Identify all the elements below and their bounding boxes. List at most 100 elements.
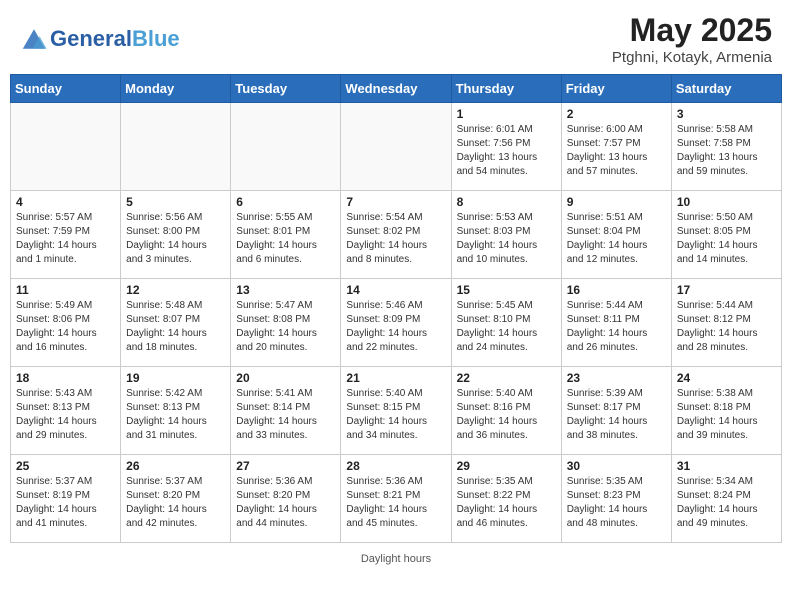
calendar-week-row: 1Sunrise: 6:01 AMSunset: 7:56 PMDaylight… xyxy=(11,103,782,191)
table-row: 15Sunrise: 5:45 AMSunset: 8:10 PMDayligh… xyxy=(451,279,561,367)
cell-date: 11 xyxy=(16,283,115,297)
cell-date: 19 xyxy=(126,371,225,385)
table-row: 2Sunrise: 6:00 AMSunset: 7:57 PMDaylight… xyxy=(561,103,671,191)
cell-date: 12 xyxy=(126,283,225,297)
logo: General Blue xyxy=(20,25,180,53)
cell-date: 27 xyxy=(236,459,335,473)
table-row: 4Sunrise: 5:57 AMSunset: 7:59 PMDaylight… xyxy=(11,191,121,279)
cell-info: Sunrise: 5:53 AMSunset: 8:03 PMDaylight:… xyxy=(457,211,556,267)
table-row: 19 Sunrise: 5:42 AMSunset: 8:13 PMDayligh… xyxy=(121,367,231,455)
cell-info: Sunrise: 5:58 AMSunset: 7:58 PMDaylight:… xyxy=(677,123,776,179)
cell-date: 16 xyxy=(567,283,666,297)
table-row: 29 Sunrise: 5:35 AMSunset: 8:22 PMDayligh… xyxy=(451,455,561,543)
cell-info: Sunrise: 6:00 AMSunset: 7:57 PMDaylight:… xyxy=(567,123,666,179)
table-row: 23 Sunrise: 5:39 AMSunset: 8:17 PMDayligh… xyxy=(561,367,671,455)
cell-info: Sunrise: 5:46 AMSunset: 8:09 PMDaylight:… xyxy=(346,299,445,355)
title-block: May 2025 Ptghni, Kotayk, Armenia xyxy=(612,12,772,66)
table-row: 30 Sunrise: 5:35 AMSunset: 8:23 PMDayligh… xyxy=(561,455,671,543)
calendar-week-row: 4Sunrise: 5:57 AMSunset: 7:59 PMDaylight… xyxy=(11,191,782,279)
table-row: 8 Sunrise: 5:53 AMSunset: 8:03 PMDaylight… xyxy=(451,191,561,279)
table-row: 13 Sunrise: 5:47 AMSunset: 8:08 PMDayligh… xyxy=(231,279,341,367)
cell-date: 29 xyxy=(457,459,556,473)
cell-info: Sunrise: 5:36 AMSunset: 8:20 PMDaylight:… xyxy=(236,475,335,531)
cell-info: Sunrise: 5:48 AMSunset: 8:07 PMDaylight:… xyxy=(126,299,225,355)
cell-date: 18 xyxy=(16,371,115,385)
cell-info: Sunrise: 5:37 AMSunset: 8:20 PMDaylight:… xyxy=(126,475,225,531)
cell-info: Sunrise: 5:57 AMSunset: 7:59 PMDaylight:… xyxy=(16,211,115,267)
table-row: 7 Sunrise: 5:54 AMSunset: 8:02 PMDaylight… xyxy=(341,191,451,279)
cell-info: Sunrise: 5:34 AMSunset: 8:24 PMDaylight:… xyxy=(677,475,776,531)
cell-info: Sunrise: 5:37 AMSunset: 8:19 PMDaylight:… xyxy=(16,475,115,531)
calendar-table: Sunday Monday Tuesday Wednesday Thursday… xyxy=(10,74,782,543)
table-row: 28Sunrise: 5:36 AMSunset: 8:21 PMDayligh… xyxy=(341,455,451,543)
cell-date: 21 xyxy=(346,371,445,385)
table-row: 22 Sunrise: 5:40 AMSunset: 8:16 PMDayligh… xyxy=(451,367,561,455)
table-row: 14Sunrise: 5:46 AMSunset: 8:09 PMDayligh… xyxy=(341,279,451,367)
cell-info: Sunrise: 5:54 AMSunset: 8:02 PMDaylight:… xyxy=(346,211,445,267)
cell-date: 28 xyxy=(346,459,445,473)
cell-date: 22 xyxy=(457,371,556,385)
cell-info: Sunrise: 5:44 AMSunset: 8:12 PMDaylight:… xyxy=(677,299,776,355)
header: General Blue May 2025 Ptghni, Kotayk, Ar… xyxy=(0,0,792,74)
cell-info: Sunrise: 5:41 AMSunset: 8:14 PMDaylight:… xyxy=(236,387,335,443)
cell-date: 13 xyxy=(236,283,335,297)
cell-date: 24 xyxy=(677,371,776,385)
cell-date: 8 xyxy=(457,195,556,209)
table-row: 6 Sunrise: 5:55 AMSunset: 8:01 PMDaylight… xyxy=(231,191,341,279)
footer: Daylight hours xyxy=(0,547,792,569)
cell-info: Sunrise: 5:42 AMSunset: 8:13 PMDaylight:… xyxy=(126,387,225,443)
calendar-week-row: 11 Sunrise: 5:49 AMSunset: 8:06 PMDayligh… xyxy=(11,279,782,367)
cell-date: 15 xyxy=(457,283,556,297)
cell-date: 20 xyxy=(236,371,335,385)
table-row: 31 Sunrise: 5:34 AMSunset: 8:24 PMDayligh… xyxy=(671,455,781,543)
cell-date: 23 xyxy=(567,371,666,385)
table-row: 20 Sunrise: 5:41 AMSunset: 8:14 PMDayligh… xyxy=(231,367,341,455)
table-row: 26Sunrise: 5:37 AMSunset: 8:20 PMDayligh… xyxy=(121,455,231,543)
weekday-header-row: Sunday Monday Tuesday Wednesday Thursday… xyxy=(11,75,782,103)
calendar-subtitle: Ptghni, Kotayk, Armenia xyxy=(612,49,772,66)
table-row: 16Sunrise: 5:44 AMSunset: 8:11 PMDayligh… xyxy=(561,279,671,367)
table-row: 12 Sunrise: 5:48 AMSunset: 8:07 PMDayligh… xyxy=(121,279,231,367)
calendar-week-row: 25 Sunrise: 5:37 AMSunset: 8:19 PMDayligh… xyxy=(11,455,782,543)
header-friday: Friday xyxy=(561,75,671,103)
table-row: 9Sunrise: 5:51 AMSunset: 8:04 PMDaylight… xyxy=(561,191,671,279)
cell-date: 7 xyxy=(346,195,445,209)
cell-date: 3 xyxy=(677,107,776,121)
table-row: 10 Sunrise: 5:50 AMSunset: 8:05 PMDayligh… xyxy=(671,191,781,279)
header-sunday: Sunday xyxy=(11,75,121,103)
table-row: 21 Sunrise: 5:40 AMSunset: 8:15 PMDayligh… xyxy=(341,367,451,455)
cell-date: 1 xyxy=(457,107,556,121)
cell-date: 30 xyxy=(567,459,666,473)
header-saturday: Saturday xyxy=(671,75,781,103)
table-row: 1Sunrise: 6:01 AMSunset: 7:56 PMDaylight… xyxy=(451,103,561,191)
header-monday: Monday xyxy=(121,75,231,103)
cell-info: Sunrise: 5:49 AMSunset: 8:06 PMDaylight:… xyxy=(16,299,115,355)
table-row: 24Sunrise: 5:38 AMSunset: 8:18 PMDayligh… xyxy=(671,367,781,455)
table-row: 27 Sunrise: 5:36 AMSunset: 8:20 PMDayligh… xyxy=(231,455,341,543)
table-row xyxy=(341,103,451,191)
cell-date: 6 xyxy=(236,195,335,209)
cell-info: Sunrise: 5:39 AMSunset: 8:17 PMDaylight:… xyxy=(567,387,666,443)
cell-info: Sunrise: 5:40 AMSunset: 8:15 PMDaylight:… xyxy=(346,387,445,443)
cell-info: Sunrise: 5:35 AMSunset: 8:22 PMDaylight:… xyxy=(457,475,556,531)
table-row xyxy=(231,103,341,191)
cell-info: Sunrise: 5:43 AMSunset: 8:13 PMDaylight:… xyxy=(16,387,115,443)
header-tuesday: Tuesday xyxy=(231,75,341,103)
cell-date: 31 xyxy=(677,459,776,473)
calendar-week-row: 18 Sunrise: 5:43 AMSunset: 8:13 PMDayligh… xyxy=(11,367,782,455)
cell-date: 10 xyxy=(677,195,776,209)
cell-info: Sunrise: 5:50 AMSunset: 8:05 PMDaylight:… xyxy=(677,211,776,267)
logo-general: General xyxy=(50,28,132,50)
logo-icon xyxy=(20,25,48,53)
table-row xyxy=(121,103,231,191)
table-row: 3 Sunrise: 5:58 AMSunset: 7:58 PMDaylight… xyxy=(671,103,781,191)
table-row: 25 Sunrise: 5:37 AMSunset: 8:19 PMDayligh… xyxy=(11,455,121,543)
table-row xyxy=(11,103,121,191)
cell-date: 9 xyxy=(567,195,666,209)
cell-date: 25 xyxy=(16,459,115,473)
cell-info: Sunrise: 5:56 AMSunset: 8:00 PMDaylight:… xyxy=(126,211,225,267)
cell-info: Sunrise: 5:40 AMSunset: 8:16 PMDaylight:… xyxy=(457,387,556,443)
cell-info: Sunrise: 5:47 AMSunset: 8:08 PMDaylight:… xyxy=(236,299,335,355)
cell-info: Sunrise: 5:55 AMSunset: 8:01 PMDaylight:… xyxy=(236,211,335,267)
cell-info: Sunrise: 5:35 AMSunset: 8:23 PMDaylight:… xyxy=(567,475,666,531)
